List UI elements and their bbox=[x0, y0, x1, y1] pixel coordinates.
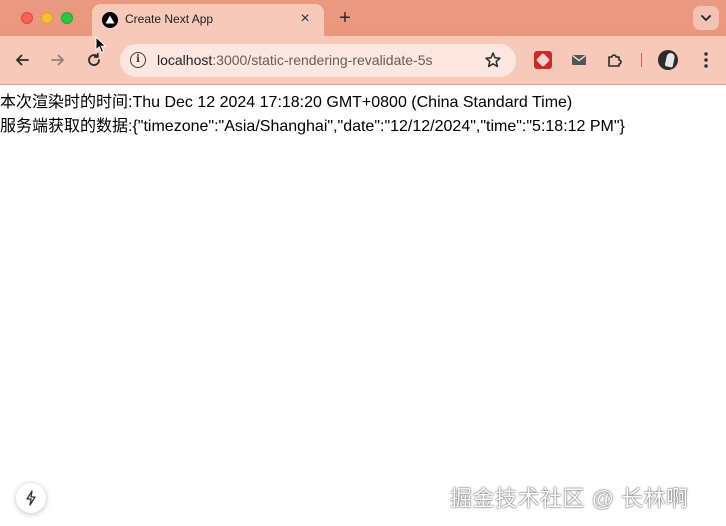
arrow-right-icon bbox=[51, 54, 64, 66]
back-button[interactable] bbox=[11, 49, 33, 71]
arrow-left-icon bbox=[16, 54, 29, 66]
chevron-down-icon bbox=[701, 15, 711, 22]
puzzle-icon[interactable] bbox=[606, 51, 624, 69]
tab-title: Create Next App bbox=[125, 12, 214, 26]
server-data-text: 服务端获取的数据:{"timezone":"Asia/Shanghai","da… bbox=[0, 118, 625, 135]
maximize-window-button[interactable] bbox=[61, 12, 73, 24]
page-content: 本次渲染时的时间:Thu Dec 12 2024 17:18:20 GMT+08… bbox=[0, 86, 726, 526]
close-window-button[interactable] bbox=[21, 12, 33, 24]
close-icon[interactable]: × bbox=[296, 10, 314, 28]
toolbar-divider bbox=[641, 53, 642, 67]
nextjs-dev-indicator[interactable] bbox=[16, 483, 46, 513]
tab-create-next-app[interactable]: Create Next App × bbox=[92, 4, 324, 36]
mail-icon[interactable] bbox=[570, 51, 588, 69]
render-time-text: 本次渲染时的时间:Thu Dec 12 2024 17:18:20 GMT+08… bbox=[0, 94, 573, 111]
minimize-window-button[interactable] bbox=[41, 12, 53, 24]
reload-icon bbox=[88, 52, 100, 66]
kebab-icon[interactable] bbox=[700, 50, 712, 70]
red-extension-icon[interactable] bbox=[534, 51, 552, 69]
forward-button[interactable] bbox=[47, 49, 69, 71]
info-icon[interactable]: i bbox=[130, 52, 146, 68]
url-host: localhost bbox=[157, 52, 213, 68]
star-icon[interactable] bbox=[484, 51, 502, 69]
address-bar[interactable]: i localhost:3000/static-rendering-revali… bbox=[120, 44, 516, 77]
toolbar: i localhost:3000/static-rendering-revali… bbox=[0, 36, 726, 85]
browser-chrome: Create Next App × + i localhost:3000/sta… bbox=[0, 0, 726, 85]
url-text[interactable]: localhost:3000/static-rendering-revalida… bbox=[157, 52, 433, 68]
tab-search-button[interactable] bbox=[693, 6, 719, 30]
mouse-cursor-icon bbox=[95, 35, 107, 54]
tab-strip: Create Next App × + bbox=[0, 0, 726, 36]
nextjs-triangle-icon bbox=[102, 12, 118, 28]
lightning-icon bbox=[26, 490, 36, 506]
plus-icon[interactable]: + bbox=[334, 7, 356, 29]
watermark: 掘金技术社区 @ 长林啊 bbox=[450, 486, 689, 511]
url-path: :3000/static-rendering-revalidate-5s bbox=[212, 52, 433, 68]
avatar[interactable] bbox=[658, 50, 678, 70]
